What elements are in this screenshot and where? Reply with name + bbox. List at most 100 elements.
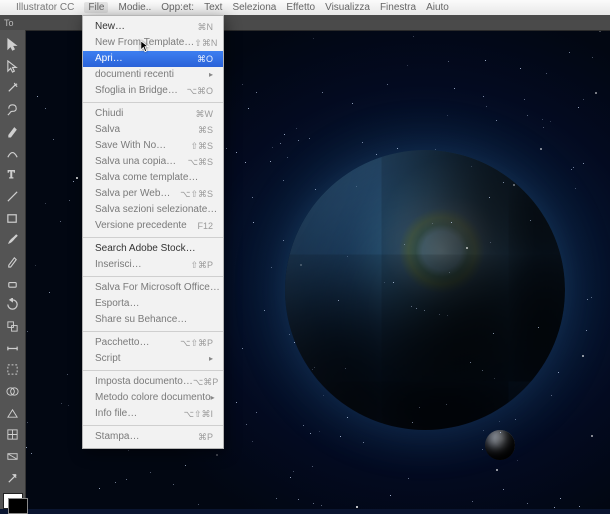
star bbox=[49, 292, 50, 293]
star bbox=[356, 186, 357, 187]
tool-pencil[interactable] bbox=[3, 252, 23, 272]
star bbox=[435, 149, 436, 150]
menu-item-label: Script bbox=[95, 352, 121, 366]
tool-rotate[interactable] bbox=[3, 295, 23, 315]
menu-item[interactable]: Sfoglia in Bridge…⌥⌘O bbox=[83, 83, 223, 99]
menu-item[interactable]: Info file…⌥⇧⌘I bbox=[83, 406, 223, 422]
menu-item-shortcut: ⌥⌘O bbox=[187, 84, 213, 98]
star bbox=[293, 471, 294, 472]
menu-item[interactable]: Search Adobe Stock… bbox=[83, 241, 223, 257]
menu-item[interactable]: Inserisci…⇧⌘P bbox=[83, 257, 223, 273]
menu-item[interactable]: Metodo colore documento bbox=[83, 390, 223, 406]
menu-item[interactable]: documenti recenti bbox=[83, 67, 223, 83]
tool-eraser[interactable] bbox=[3, 273, 23, 293]
menu-select[interactable]: Seleziona bbox=[232, 2, 276, 13]
tool-perspective[interactable] bbox=[3, 403, 23, 423]
menu-item[interactable]: Stampa…⌘P bbox=[83, 429, 223, 445]
tool-curvature[interactable] bbox=[3, 143, 23, 163]
star bbox=[115, 482, 116, 483]
menu-item-label: Chiudi bbox=[95, 107, 123, 121]
star bbox=[550, 121, 551, 122]
tool-magic-wand[interactable] bbox=[3, 78, 23, 98]
star bbox=[253, 222, 254, 223]
menu-item-shortcut: ⌥⇧⌘S bbox=[180, 187, 213, 201]
star bbox=[449, 272, 450, 273]
menu-item-label: Search Adobe Stock… bbox=[95, 242, 196, 256]
menu-item[interactable]: Salva come template… bbox=[83, 170, 223, 186]
tool-shape-builder[interactable] bbox=[3, 382, 23, 402]
star bbox=[554, 507, 555, 508]
tool-type[interactable]: T bbox=[3, 165, 23, 185]
tool-eyedropper[interactable] bbox=[3, 468, 23, 488]
menu-separator bbox=[83, 237, 223, 238]
star bbox=[256, 92, 257, 93]
tool-pen[interactable] bbox=[3, 122, 23, 142]
menu-item[interactable]: Apri…⌘O bbox=[83, 51, 223, 67]
star bbox=[493, 333, 494, 334]
star bbox=[591, 435, 593, 437]
menu-item-shortcut: ⌥⌘P bbox=[193, 375, 218, 389]
tool-line[interactable] bbox=[3, 187, 23, 207]
star bbox=[37, 96, 38, 97]
menu-item[interactable]: Salva una copia…⌥⌘S bbox=[83, 154, 223, 170]
menu-item[interactable]: Salva For Microsoft Office… bbox=[83, 280, 223, 296]
star bbox=[483, 96, 484, 97]
star bbox=[226, 148, 227, 149]
tool-gradient[interactable] bbox=[3, 447, 23, 467]
tool-direct-selection[interactable] bbox=[3, 57, 23, 77]
menu-item[interactable]: Script bbox=[83, 351, 223, 367]
star bbox=[242, 348, 243, 349]
star bbox=[242, 84, 243, 85]
menu-item-shortcut: ⌥⇧⌘P bbox=[180, 336, 213, 350]
star bbox=[309, 138, 310, 139]
star bbox=[270, 161, 271, 162]
menu-item[interactable]: Esporta… bbox=[83, 296, 223, 312]
menu-type[interactable]: Text bbox=[204, 2, 222, 13]
star bbox=[432, 223, 433, 224]
star bbox=[411, 306, 412, 307]
menu-item[interactable]: Salva per Web…⌥⇧⌘S bbox=[83, 186, 223, 202]
menu-help[interactable]: Aiuto bbox=[426, 2, 449, 13]
menu-window[interactable]: Finestra bbox=[380, 2, 416, 13]
fill-stroke-swatch[interactable] bbox=[3, 493, 23, 509]
menu-item[interactable]: Salva sezioni selezionate… bbox=[83, 202, 223, 218]
tool-rectangle[interactable] bbox=[3, 208, 23, 228]
menu-item[interactable]: Save With No…⇧⌘S bbox=[83, 138, 223, 154]
star bbox=[582, 355, 584, 357]
star bbox=[26, 447, 27, 448]
menu-effect[interactable]: Effetto bbox=[286, 2, 315, 13]
menu-item-label: Metodo colore documento bbox=[95, 391, 211, 405]
menu-item-label: Save With No… bbox=[95, 139, 166, 153]
star bbox=[408, 478, 409, 479]
star bbox=[390, 495, 391, 496]
menu-item[interactable]: Salva⌘S bbox=[83, 122, 223, 138]
menu-item[interactable]: Share su Behance… bbox=[83, 312, 223, 328]
menu-item[interactable]: Pacchetto…⌥⇧⌘P bbox=[83, 335, 223, 351]
tool-selection[interactable] bbox=[3, 35, 23, 55]
star bbox=[587, 299, 588, 300]
tool-paintbrush[interactable] bbox=[3, 230, 23, 250]
menu-item[interactable]: Chiudi⌘W bbox=[83, 106, 223, 122]
star bbox=[69, 200, 70, 201]
menu-object[interactable]: Opp:et: bbox=[161, 2, 194, 13]
tool-scale[interactable] bbox=[3, 317, 23, 337]
tool-mesh[interactable] bbox=[3, 425, 23, 445]
star bbox=[356, 506, 358, 508]
menu-item[interactable]: New…⌘N bbox=[83, 19, 223, 35]
tool-free-transform[interactable] bbox=[3, 360, 23, 380]
tool-width[interactable] bbox=[3, 338, 23, 358]
menu-item[interactable]: Imposta documento…⌥⌘P bbox=[83, 374, 223, 390]
menu-file[interactable]: File bbox=[84, 2, 108, 13]
menu-item[interactable]: New From Template…⇧⌘N bbox=[83, 35, 223, 51]
menu-item-label: Salva For Microsoft Office… bbox=[95, 281, 220, 295]
star bbox=[61, 403, 62, 404]
star bbox=[524, 99, 525, 100]
star bbox=[472, 501, 473, 502]
menu-view[interactable]: Visualizza bbox=[325, 2, 370, 13]
app-name[interactable]: Illustrator CC bbox=[16, 2, 74, 13]
tool-lasso[interactable] bbox=[3, 100, 23, 120]
menu-edit[interactable]: Modie.. bbox=[118, 2, 151, 13]
star bbox=[128, 450, 129, 451]
menu-item[interactable]: Versione precedenteF12 bbox=[83, 218, 223, 234]
star bbox=[322, 92, 323, 93]
